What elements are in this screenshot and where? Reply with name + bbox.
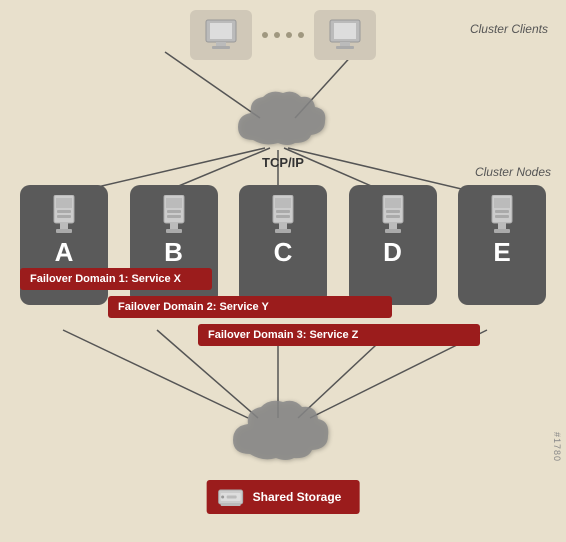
- shared-storage-label: Shared Storage: [253, 490, 342, 504]
- node-c: C: [239, 185, 327, 305]
- server-icon-b: [158, 195, 190, 233]
- bottom-cloud-shape: [228, 394, 338, 464]
- dot-3: [286, 32, 292, 38]
- failover-domain-1: Failover Domain 1: Service X: [20, 268, 212, 290]
- node-d: D: [349, 185, 437, 305]
- shared-storage-bar: Shared Storage: [207, 480, 360, 514]
- tcpip-cloud-shape: [233, 85, 333, 150]
- failover-domain-2: Failover Domain 2: Service Y: [108, 296, 392, 318]
- tcpip-label: TCP/IP: [262, 155, 304, 170]
- node-e: E: [458, 185, 546, 305]
- server-icon-e: [486, 195, 518, 233]
- storage-icon: [217, 486, 245, 508]
- server-icon-c: [267, 195, 299, 233]
- node-e-label: E: [493, 237, 510, 268]
- dot-2: [274, 32, 280, 38]
- monitor-icon-left: [202, 18, 240, 52]
- dot-4: [298, 32, 304, 38]
- server-icon-d: [377, 195, 409, 233]
- node-a-label: A: [55, 237, 74, 268]
- node-b-label: B: [164, 237, 183, 268]
- dot-1: [262, 32, 268, 38]
- server-icon-a: [48, 195, 80, 233]
- node-c-label: C: [274, 237, 293, 268]
- bottom-cloud: [228, 394, 338, 464]
- dots-separator: [262, 32, 304, 38]
- cluster-nodes-label: Cluster Nodes: [475, 165, 551, 179]
- node-d-label: D: [383, 237, 402, 268]
- client-monitor-left: [190, 10, 252, 60]
- side-reference-label: #1780: [552, 432, 562, 462]
- tcpip-cloud: TCP/IP: [233, 85, 333, 170]
- monitor-icon-right: [326, 18, 364, 52]
- failover-domain-3: Failover Domain 3: Service Z: [198, 324, 480, 346]
- cluster-clients-label: Cluster Clients: [470, 22, 548, 36]
- client-monitor-right: [314, 10, 376, 60]
